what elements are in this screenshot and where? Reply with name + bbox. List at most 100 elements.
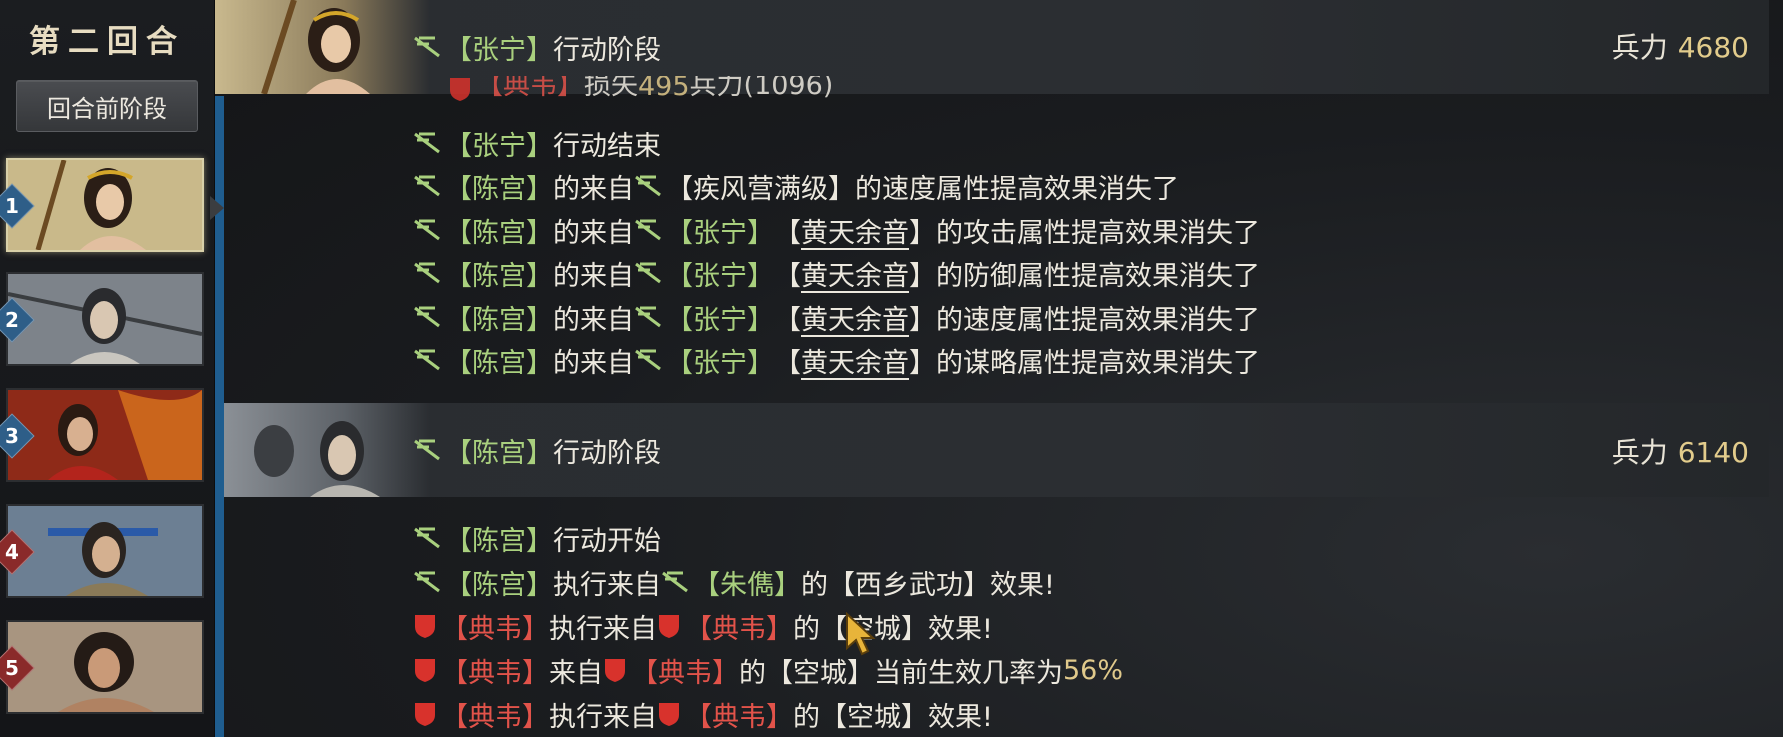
- log-line: 【陈宫】 的来自 【疾风营满级】 的速度属性提高效果消失了: [413, 166, 1179, 206]
- shield-icon: [450, 78, 470, 101]
- portrait-slot-3[interactable]: 3: [0, 388, 204, 482]
- shield-icon: [659, 615, 679, 638]
- shield-icon: [659, 703, 679, 726]
- general-name[interactable]: 【典韦】: [441, 607, 549, 646]
- general-name[interactable]: 【陈宫】: [445, 563, 553, 602]
- troops-label: 兵力: [1611, 436, 1668, 469]
- general-name[interactable]: 【典韦】: [441, 695, 549, 734]
- flag-icon: [414, 439, 440, 461]
- flag-icon: [414, 306, 440, 328]
- bracket: 【: [774, 304, 801, 336]
- log-text: 的来自: [553, 347, 634, 379]
- log-text: 的速度属性提高效果消失了: [855, 173, 1179, 205]
- log-text: 执行来自: [549, 613, 657, 645]
- log-line: 【陈宫】 的来自 【张宁】【黄天余音】的速度属性提高效果消失了: [413, 297, 1260, 337]
- general-name[interactable]: 【张宁】: [666, 254, 774, 293]
- flag-icon: [414, 219, 440, 241]
- general-name[interactable]: 【张宁】: [445, 124, 553, 163]
- general-portrait: [8, 506, 202, 596]
- flag-icon: [414, 262, 440, 284]
- flag-icon: [414, 132, 440, 154]
- shield-icon: [415, 703, 435, 726]
- log-line: 【陈宫】 的来自 【张宁】【黄天余音】的谋略属性提高效果消失了: [413, 340, 1260, 380]
- log-line: 【陈宫】 的来自 【张宁】【黄天余音】的防御属性提高效果消失了: [413, 253, 1260, 293]
- general-name[interactable]: 【陈宫】: [445, 519, 553, 558]
- log-number: 495: [638, 76, 690, 102]
- portrait-slot-4[interactable]: 4: [0, 504, 204, 598]
- skill-name[interactable]: 【疾风营满级】: [666, 167, 855, 206]
- skill-link[interactable]: 黄天余音: [801, 341, 909, 380]
- bracket: 】: [909, 260, 936, 292]
- skill-link[interactable]: 黄天余音: [801, 254, 909, 293]
- general-name[interactable]: 【陈宫】: [445, 167, 553, 206]
- log-text: 的: [739, 657, 766, 689]
- general-name[interactable]: 【陈宫】: [445, 298, 553, 337]
- troops-value: 6140: [1677, 436, 1749, 469]
- general-name[interactable]: 【陈宫】: [445, 431, 553, 470]
- action-label: 行动阶段: [553, 437, 661, 469]
- log-text: 效果!: [990, 569, 1055, 601]
- flag-icon: [414, 36, 440, 58]
- troops-readout: 兵力 4680: [1612, 26, 1749, 66]
- cursor-icon: [846, 612, 876, 656]
- flag-icon: [414, 175, 440, 197]
- general-name[interactable]: 【陈宫】: [445, 341, 553, 380]
- active-arrow: [210, 196, 224, 220]
- flag-icon: [662, 571, 688, 593]
- log-scrollbar[interactable]: [214, 96, 224, 737]
- log-text: 兵力(1096): [689, 76, 834, 101]
- header-line-chengong: 【陈宫】 行动阶段: [413, 430, 661, 470]
- flag-icon: [414, 527, 440, 549]
- general-name[interactable]: 【典韦】: [441, 651, 549, 690]
- log-text: 的: [793, 701, 820, 733]
- general-portrait: [8, 622, 202, 712]
- skill-link[interactable]: 黄天余音: [801, 298, 909, 337]
- general-name[interactable]: 【典韦】: [685, 695, 793, 734]
- phase-button[interactable]: 回合前阶段: [16, 80, 198, 132]
- flag-icon: [635, 306, 661, 328]
- general-portrait: [8, 274, 202, 364]
- skill-name[interactable]: 【西乡武功】: [828, 563, 990, 602]
- log-text: 的防御属性提高效果消失了: [936, 260, 1260, 292]
- flag-icon: [635, 175, 661, 197]
- general-portrait: [8, 160, 202, 250]
- portrait-slot-1[interactable]: 1: [0, 158, 224, 252]
- log-line: 【张宁】 行动结束: [413, 123, 661, 163]
- general-name[interactable]: 【张宁】: [666, 211, 774, 250]
- sidebar: 第二回合 回合前阶段 1 2 3 4 5: [0, 0, 224, 737]
- troops-label: 兵力: [1611, 31, 1668, 64]
- general-name[interactable]: 【典韦】: [476, 76, 584, 102]
- header-line-zhangning: 【张宁】 行动阶段: [413, 27, 661, 67]
- flag-icon: [635, 349, 661, 371]
- general-name[interactable]: 【陈宫】: [445, 254, 553, 293]
- shield-icon: [415, 615, 435, 638]
- log-text: 损失: [584, 76, 638, 101]
- general-portrait: [8, 390, 202, 480]
- portrait-slot-2[interactable]: 2: [0, 272, 204, 366]
- general-name[interactable]: 【典韦】: [685, 607, 793, 646]
- log-text: 的来自: [553, 304, 634, 336]
- general-name[interactable]: 【典韦】: [631, 651, 739, 690]
- bracket: 【: [774, 347, 801, 379]
- log-text: 效果!: [928, 701, 993, 733]
- portrait-slot-5[interactable]: 5: [0, 620, 204, 714]
- log-text: 的来自: [553, 260, 634, 292]
- log-text: 效果!: [928, 613, 993, 645]
- shield-icon: [605, 659, 625, 682]
- log-line: 【陈宫】 行动开始: [413, 518, 661, 558]
- general-name[interactable]: 【朱儁】: [693, 563, 801, 602]
- log-text: 执行来自: [549, 701, 657, 733]
- bracket: 【: [774, 217, 801, 249]
- log-text: 的: [793, 613, 820, 645]
- general-name[interactable]: 【陈宫】: [445, 211, 553, 250]
- header-portrait-zhangning: [214, 0, 430, 94]
- general-name[interactable]: 【张宁】: [445, 28, 553, 67]
- skill-name[interactable]: 【空城】: [820, 695, 928, 734]
- log-text: 行动结束: [553, 130, 661, 162]
- general-name[interactable]: 【张宁】: [666, 298, 774, 337]
- shield-icon: [415, 659, 435, 682]
- log-text: 来自: [549, 657, 603, 689]
- skill-link[interactable]: 黄天余音: [801, 211, 909, 250]
- general-name[interactable]: 【张宁】: [666, 341, 774, 380]
- log-text: 的谋略属性提高效果消失了: [936, 347, 1260, 379]
